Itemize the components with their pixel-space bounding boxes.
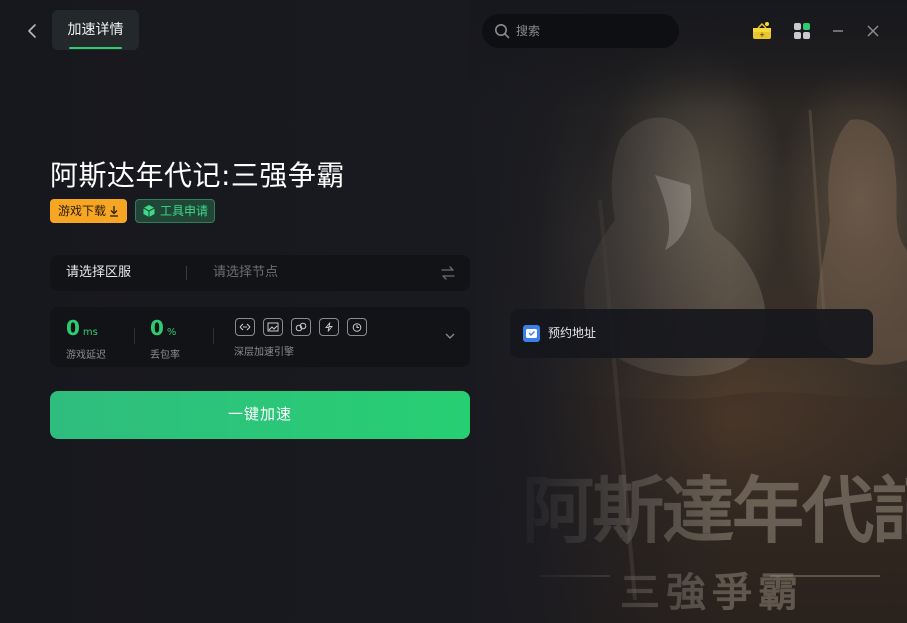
reserve-icon: [523, 325, 540, 342]
latency-label: 游戏延迟: [66, 350, 106, 361]
gift-box-icon: +: [753, 22, 771, 39]
game-download-button[interactable]: 游戏下载: [50, 199, 127, 223]
stats-panel: 0 ms 游戏延迟 0% 丢包率 深层加速引擎: [50, 307, 470, 367]
apps-button[interactable]: [791, 20, 813, 42]
engine-label: 深层加速引擎: [234, 347, 294, 358]
download-icon: [110, 206, 118, 217]
back-button[interactable]: [22, 20, 42, 42]
chevron-down-icon[interactable]: [444, 331, 456, 341]
stat-divider: [134, 328, 135, 344]
apps-grid-icon: [794, 23, 810, 39]
loss-value-row: 0%: [150, 317, 180, 344]
art-sub-line-right: [770, 575, 880, 577]
loss-unit: %: [166, 327, 177, 338]
search-box[interactable]: [482, 14, 679, 48]
svg-text:+: +: [759, 31, 765, 39]
close-button[interactable]: [862, 20, 884, 42]
engine-icon-group: [235, 318, 367, 336]
latency-value-row: 0 ms: [66, 317, 106, 344]
minimize-icon: [833, 30, 843, 32]
tool-apply-label: 工具申请: [160, 204, 209, 218]
image-icon[interactable]: [263, 318, 283, 336]
region-select[interactable]: 请选择区服: [66, 255, 131, 291]
game-download-label: 游戏下载: [58, 204, 107, 218]
node-select[interactable]: 请选择节点: [213, 255, 278, 291]
minimize-button[interactable]: [827, 20, 849, 42]
search-icon: [495, 24, 510, 39]
packet-loss-stat: 0% 丢包率: [150, 317, 180, 361]
link-icon[interactable]: [291, 318, 311, 336]
game-title: 阿斯达年代记:三强争霸: [50, 159, 345, 192]
gift-button[interactable]: +: [751, 20, 773, 42]
server-divider: [186, 266, 187, 280]
reserve-address-item[interactable]: 预约地址: [510, 309, 873, 358]
search-input[interactable]: [516, 24, 666, 38]
stat-divider: [213, 328, 214, 344]
route-icon[interactable]: [235, 318, 255, 336]
timer-icon[interactable]: [347, 318, 367, 336]
loss-value: 0: [150, 316, 164, 340]
one-click-accelerate-button[interactable]: 一键加速: [50, 391, 470, 439]
bolt-icon[interactable]: [319, 318, 339, 336]
latency-stat: 0 ms 游戏延迟: [66, 317, 106, 361]
reserve-label: 预约地址: [548, 326, 597, 340]
toolbox-icon: [143, 205, 155, 217]
latency-unit: ms: [82, 327, 98, 338]
chevron-left-icon: [28, 24, 36, 38]
close-icon: [867, 25, 879, 37]
swap-arrows-icon[interactable]: [440, 265, 456, 281]
app-window: 阿斯達年代記 三強爭霸 加速详情 +: [0, 0, 907, 623]
server-selector-row: 请选择区服 请选择节点: [50, 255, 470, 291]
tab-acceleration-details[interactable]: 加速详情: [52, 10, 139, 50]
latency-value: 0: [66, 316, 80, 340]
loss-label: 丢包率: [150, 350, 180, 361]
tool-apply-button[interactable]: 工具申请: [135, 199, 215, 223]
